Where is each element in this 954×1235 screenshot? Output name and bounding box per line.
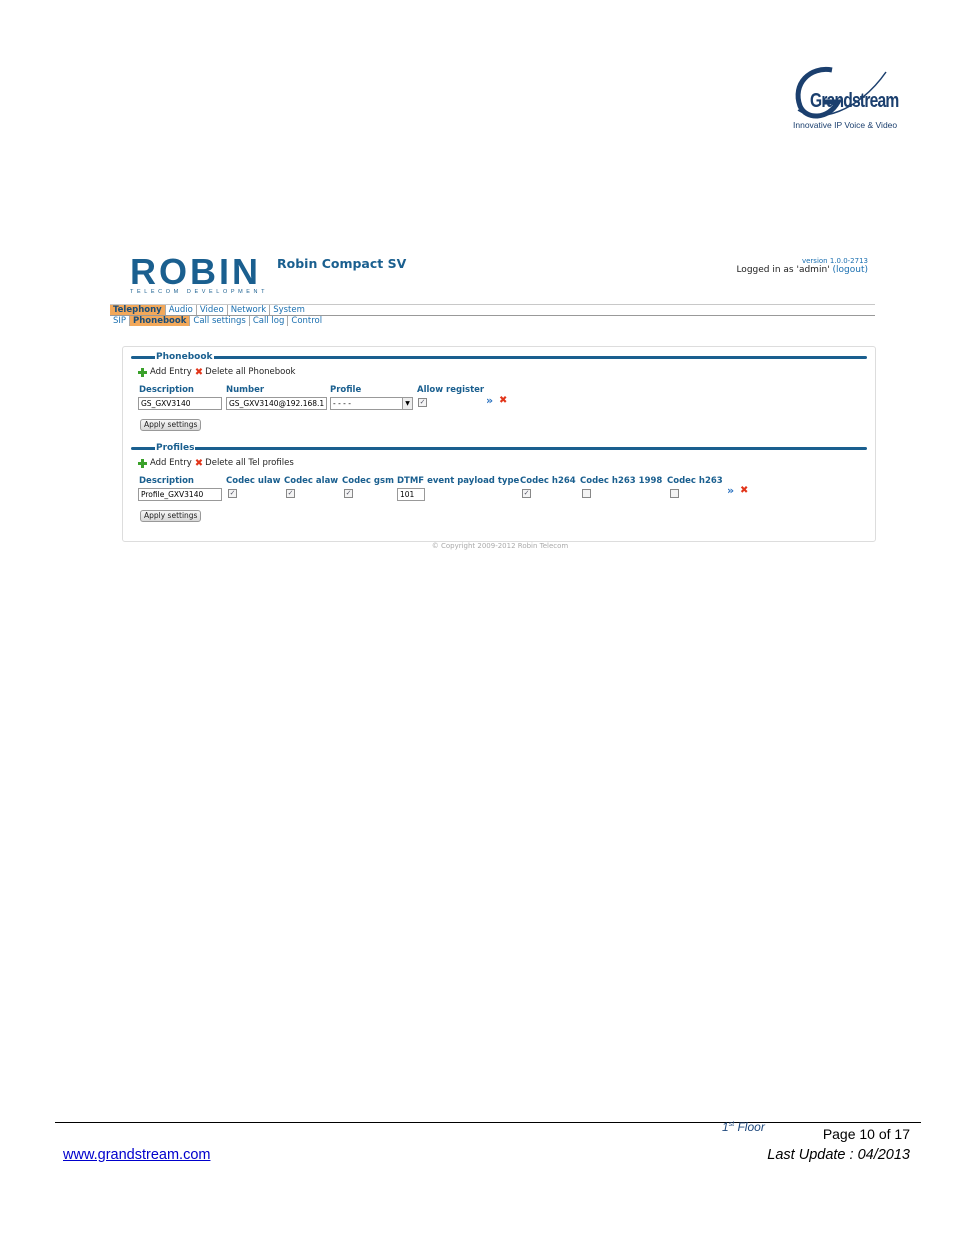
tab-telephony[interactable]: Telephony — [110, 305, 166, 315]
subtab-call-settings[interactable]: Call settings — [190, 316, 250, 326]
remove-entry-icon[interactable]: ✖ — [499, 396, 507, 406]
robin-logo-subtitle: TELECOM DEVELOPMENT — [130, 289, 269, 295]
floor-word: Floor — [734, 1120, 765, 1134]
floor-number: 1 — [722, 1120, 729, 1134]
profiles-section-title: Profiles — [155, 443, 196, 453]
number-input[interactable]: GS_GXV3140@192.168.1 — [226, 397, 327, 410]
subtab-control[interactable]: Control — [288, 316, 325, 326]
sub-nav: SIP Phonebook Call settings Call log Con… — [110, 316, 325, 326]
last-update: Last Update : 04/2013 — [767, 1147, 910, 1163]
description-input[interactable]: GS_GXV3140 — [138, 397, 222, 410]
version-label: version 1.0.0-2713 — [801, 257, 868, 265]
add-profile-entry-link[interactable]: Add Entry — [150, 458, 192, 468]
subtab-phonebook[interactable]: Phonebook — [130, 316, 191, 326]
apply-settings-button[interactable]: Apply settings — [140, 419, 202, 431]
tab-video[interactable]: Video — [197, 305, 228, 315]
double-chevron-icon[interactable]: » — [486, 395, 493, 406]
delete-all-phonebook-link[interactable]: Delete all Phonebook — [205, 367, 295, 377]
codec-h263-1998-checkbox[interactable] — [582, 489, 591, 498]
profile-select-value: - - - - — [333, 399, 351, 408]
profile-select[interactable]: - - - - ▼ — [330, 397, 413, 410]
header-profile-description: Description — [139, 476, 194, 486]
codec-alaw-checkbox[interactable]: ✓ — [286, 489, 295, 498]
website-link[interactable]: www.grandstream.com — [63, 1147, 210, 1163]
main-nav: Telephony Audio Video Network System — [110, 305, 308, 315]
double-chevron-icon[interactable]: » — [727, 485, 734, 496]
codec-gsm-checkbox[interactable]: ✓ — [344, 489, 353, 498]
tab-system[interactable]: System — [270, 305, 308, 315]
chevron-down-icon: ▼ — [402, 398, 412, 409]
header-codec-h263-1998: Codec h263 1998 — [580, 476, 663, 486]
phonebook-section-title: Phonebook — [155, 352, 214, 362]
allow-register-checkbox[interactable]: ✓ — [418, 398, 427, 407]
phonebook-toolbar: Add Entry ✖ Delete all Phonebook — [138, 367, 295, 377]
copyright-text: © Copyright 2009-2012 Robin Telecom — [431, 542, 569, 550]
logout-link[interactable]: (logout) — [833, 265, 868, 275]
profile-description-input[interactable]: Profile_GXV3140 — [138, 488, 222, 501]
footer-divider — [55, 1122, 921, 1123]
dtmf-payload-input[interactable]: 101 — [397, 488, 425, 501]
login-status: Logged in as 'admin' (logout) — [736, 265, 868, 275]
robin-logo-text: ROBIN — [130, 251, 261, 292]
grandstream-logo: Grandstream Innovative IP Voice & Video — [788, 62, 899, 132]
page-number: Page 10 of 17 — [822, 1126, 910, 1142]
header-codec-gsm: Codec gsm — [342, 476, 394, 486]
add-entry-link[interactable]: Add Entry — [150, 367, 192, 377]
header-number: Number — [226, 385, 265, 395]
delete-icon: ✖ — [194, 366, 204, 378]
profiles-toolbar: Add Entry ✖ Delete all Tel profiles — [138, 458, 294, 468]
header-codec-h263: Codec h263 — [667, 476, 723, 486]
subtab-sip[interactable]: SIP — [110, 316, 131, 326]
apply-profile-settings-button[interactable]: Apply settings — [140, 510, 202, 522]
delete-icon: ✖ — [194, 457, 204, 469]
profiles-section-bar — [131, 447, 867, 450]
subtab-call-log[interactable]: Call log — [250, 316, 289, 326]
robin-logo: ROBIN TELECOM DEVELOPMENT — [130, 251, 269, 296]
codec-h263-checkbox[interactable] — [670, 489, 679, 498]
header-codec-ulaw: Codec ulaw — [226, 476, 281, 486]
header-codec-h264: Codec h264 — [520, 476, 576, 486]
tab-network[interactable]: Network — [228, 305, 271, 315]
header-description: Description — [139, 385, 194, 395]
remove-profile-icon[interactable]: ✖ — [740, 486, 748, 496]
codec-h264-checkbox[interactable]: ✓ — [522, 489, 531, 498]
floor-label: 1st Floor — [722, 1120, 765, 1134]
codec-ulaw-checkbox[interactable]: ✓ — [228, 489, 237, 498]
logged-in-text: Logged in as 'admin' — [736, 265, 830, 275]
phonebook-section-bar — [131, 356, 867, 359]
plus-icon — [138, 367, 147, 377]
delete-all-tel-profiles-link[interactable]: Delete all Tel profiles — [205, 458, 294, 468]
plus-icon — [138, 458, 147, 468]
header-codec-alaw: Codec alaw — [284, 476, 339, 486]
grandstream-wordmark: Grandstream — [810, 90, 899, 112]
tab-audio[interactable]: Audio — [166, 305, 197, 315]
header-allow-register: Allow register — [417, 385, 485, 395]
header-profile: Profile — [330, 385, 362, 395]
app-title: Robin Compact SV — [277, 256, 407, 271]
header-dtmf-payload: DTMF event payload type — [397, 476, 520, 486]
grandstream-tagline: Innovative IP Voice & Video — [793, 120, 898, 130]
